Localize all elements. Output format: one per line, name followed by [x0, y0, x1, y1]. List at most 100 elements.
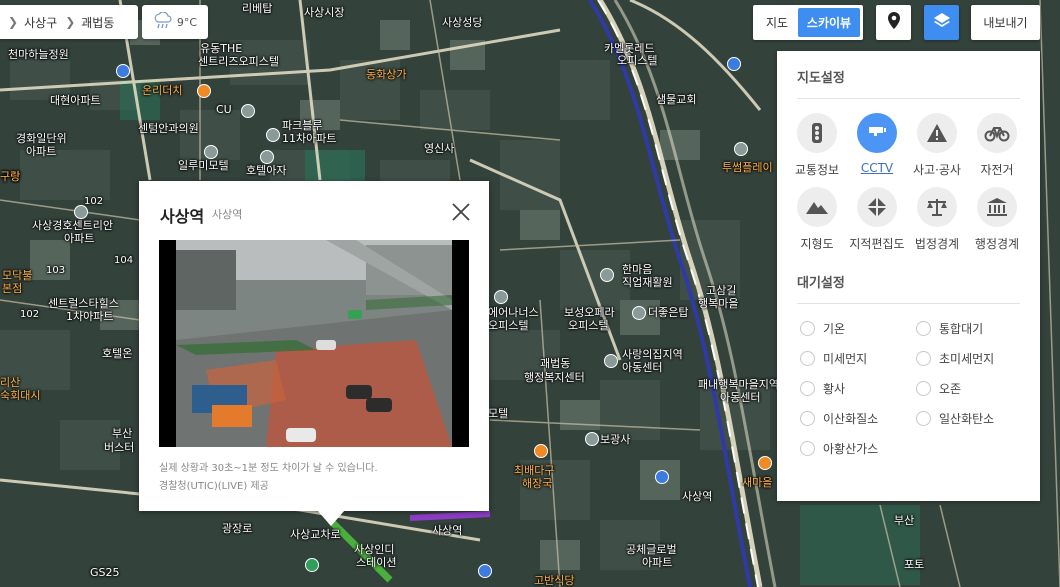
- layers-button[interactable]: [924, 5, 959, 40]
- building-marker[interactable]: [494, 290, 508, 304]
- radio-button[interactable]: [800, 411, 815, 426]
- map-label: 사상인디: [354, 543, 395, 556]
- map-label: 센트리즈오피스텔: [198, 55, 279, 68]
- air-option-temperature[interactable]: 기온: [800, 319, 916, 338]
- map-label: 102: [84, 196, 104, 207]
- hotel-marker[interactable]: [204, 145, 218, 159]
- layer-admin-boundary[interactable]: 행정경계: [967, 187, 1027, 252]
- map-label: 사상시장: [304, 6, 345, 19]
- air-option-label: 황사: [823, 382, 846, 396]
- air-option-no2[interactable]: 이산화질소: [800, 409, 916, 428]
- map-label: 사상경호센트리안: [32, 219, 113, 232]
- chevron-right-icon: ❯: [65, 15, 76, 29]
- cctv-subtitle: 사상역: [212, 208, 243, 221]
- chevron-right-icon: ❯: [8, 15, 19, 29]
- cloud-rain-icon: [153, 10, 173, 33]
- temple-marker[interactable]: [585, 432, 599, 446]
- map-label: 포토: [904, 558, 925, 571]
- radio-button[interactable]: [800, 381, 815, 396]
- map-label: 샘물교회: [656, 93, 697, 106]
- air-option-pm25[interactable]: 초미세먼지: [916, 349, 1032, 368]
- map-label: 104: [114, 255, 134, 266]
- map-label: 동화상가: [366, 68, 407, 81]
- air-option-pm10[interactable]: 미세먼지: [800, 349, 916, 368]
- map-label: 더좋은탑: [648, 306, 689, 319]
- map-view-button[interactable]: 지도: [756, 8, 798, 37]
- map-label: 영신사: [424, 142, 455, 155]
- layer-cctv[interactable]: CCTV: [847, 113, 907, 178]
- building-marker[interactable]: [266, 128, 280, 142]
- cctv-video[interactable]: [159, 240, 469, 447]
- air-option-cai[interactable]: 통합대기: [916, 319, 1032, 338]
- map-label: 한마음: [622, 263, 653, 276]
- layer-label: CCTV: [860, 161, 894, 175]
- map-label: 모텔: [488, 407, 509, 420]
- layer-legal-boundary[interactable]: 법정경계: [907, 187, 967, 252]
- air-option-ozone[interactable]: 오존: [916, 379, 1032, 398]
- map-label: 공체글로벌: [626, 543, 677, 556]
- breadcrumb-dong[interactable]: 괘법동: [81, 14, 114, 31]
- map-label: 아파트: [642, 556, 673, 569]
- close-icon: [452, 203, 470, 221]
- air-option-so2[interactable]: 아황산가스: [800, 439, 916, 458]
- weather-widget[interactable]: 9°C: [142, 5, 208, 39]
- map-label: 부산: [112, 427, 133, 440]
- restaurant-marker[interactable]: [758, 456, 772, 470]
- air-option-co[interactable]: 일산화탄소: [916, 409, 1032, 428]
- bus-stop-marker[interactable]: [655, 470, 669, 484]
- map-label: 리산: [0, 376, 21, 389]
- map-label: 에어나너스: [488, 306, 539, 319]
- layer-accident[interactable]: 사고·공사: [907, 113, 967, 178]
- map-label: 부산: [894, 514, 915, 527]
- building-marker[interactable]: [600, 268, 614, 282]
- radio-button[interactable]: [800, 351, 815, 366]
- radio-button[interactable]: [916, 381, 931, 396]
- map-label: 103: [46, 265, 66, 276]
- map-label: CU: [216, 103, 232, 116]
- restaurant-marker[interactable]: [197, 84, 211, 98]
- building-marker[interactable]: [734, 142, 748, 156]
- air-option-yellow-dust[interactable]: 황사: [800, 379, 916, 398]
- map-label: 센트럴스타힐스: [48, 297, 119, 310]
- building-marker[interactable]: [241, 104, 255, 118]
- bus-stop-marker[interactable]: [478, 564, 492, 578]
- radio-button[interactable]: [916, 411, 931, 426]
- radio-button[interactable]: [800, 321, 815, 336]
- map-label: 온리더치: [142, 84, 183, 97]
- layer-traffic[interactable]: 교통정보: [787, 113, 847, 178]
- radio-button[interactable]: [800, 441, 815, 456]
- air-option-label: 오존: [939, 382, 962, 396]
- layer-label: 자전거: [980, 163, 1014, 177]
- divider: [797, 303, 1020, 304]
- radio-button[interactable]: [916, 321, 931, 336]
- map-label: 해장국: [522, 477, 553, 490]
- bus-stop-marker[interactable]: [727, 57, 741, 71]
- layer-bicycle[interactable]: 자전거: [967, 113, 1027, 178]
- radio-button[interactable]: [916, 351, 931, 366]
- layer-terrain[interactable]: 지형도: [787, 187, 847, 252]
- hotel-marker[interactable]: [260, 150, 274, 164]
- map-label: 패내행복마을지역: [698, 378, 779, 391]
- export-button[interactable]: 내보내기: [971, 5, 1040, 40]
- map-label: 버스터: [104, 441, 135, 454]
- cctv-icon: [857, 113, 897, 153]
- map-label: 아동센터: [622, 361, 663, 374]
- close-button[interactable]: [450, 201, 472, 223]
- cctv-marker[interactable]: [305, 558, 319, 572]
- cctv-title: 사상역: [160, 207, 205, 226]
- air-settings-title: 대기설정: [797, 276, 845, 291]
- building-marker[interactable]: [74, 205, 88, 219]
- air-option-label: 미세먼지: [823, 352, 868, 366]
- restaurant-marker[interactable]: [534, 444, 548, 458]
- skyview-button[interactable]: 스카이뷰: [798, 8, 860, 37]
- layer-label: 사고·공사: [913, 163, 961, 177]
- building-marker[interactable]: [632, 306, 646, 320]
- layer-parcel[interactable]: 지적편집도: [847, 187, 907, 252]
- map-label: 1차아파트: [66, 310, 114, 323]
- building-marker[interactable]: [604, 354, 618, 368]
- bus-stop-marker[interactable]: [116, 64, 130, 78]
- location-button[interactable]: [876, 5, 911, 40]
- air-option-label: 아황산가스: [823, 442, 879, 456]
- breadcrumb-district[interactable]: 사상구: [24, 14, 57, 31]
- map-label: 센텀안과의원: [138, 122, 199, 135]
